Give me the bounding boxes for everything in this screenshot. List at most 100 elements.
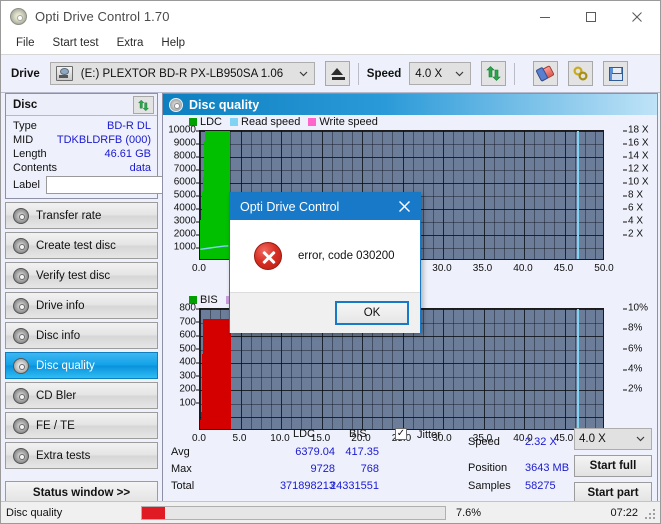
disc-icon — [13, 357, 29, 374]
disc-label-row: Label — [6, 175, 242, 198]
refresh-button[interactable] — [481, 61, 507, 86]
y2-axis-tick: 4 X — [622, 215, 644, 227]
save-icon — [608, 66, 623, 81]
window-title: Opti Drive Control 1.70 — [35, 9, 170, 24]
y2-axis-tick: 2% — [622, 383, 643, 395]
menu-item-extra[interactable]: Extra — [111, 35, 153, 52]
menu-bar: File Start test Extra Help — [1, 32, 660, 55]
start-full-button[interactable]: Start full — [574, 455, 652, 477]
x-axis-tick: 30.0 — [432, 263, 452, 274]
speed-stat-label: Speed — [468, 436, 500, 448]
test-speed-value: 4.0 X — [579, 433, 606, 445]
maximize-button[interactable] — [568, 1, 614, 32]
link-button[interactable] — [568, 61, 594, 86]
sidebar-item-verify-test-disc[interactable]: Verify test disc — [5, 262, 158, 289]
y2-axis-tick: 14 X — [623, 150, 649, 162]
eraser-icon — [536, 65, 556, 82]
disc-icon — [13, 267, 29, 284]
jitter-checkbox-box: ✓ — [395, 428, 407, 440]
disc-info-header: Disc — [6, 94, 157, 116]
x-axis-tick: 45.0 — [553, 263, 574, 274]
progress-bar-fill — [142, 506, 166, 519]
sidebar-item-extra-tests[interactable]: Extra tests — [5, 442, 158, 469]
speed-label: Speed — [366, 67, 402, 80]
stats-total-ldc: 371898213 — [279, 480, 335, 492]
grid-line-vertical — [514, 309, 515, 429]
legend-swatch — [308, 118, 317, 126]
chain-icon — [573, 66, 588, 81]
page-title: Disc quality — [189, 97, 260, 112]
sidebar-item-label: Verify test disc — [36, 269, 111, 282]
application-window: Opti Drive Control 1.70 File Start test … — [0, 0, 661, 524]
eject-button[interactable] — [324, 61, 350, 86]
sidebar-item-disc-info[interactable]: Disc info — [5, 322, 158, 349]
disc-row-value: TDKBLDRFB (000) — [56, 134, 151, 146]
stats-panel: LDC BIS Avg 6379.04 417.35 Max 9728 768 … — [163, 424, 657, 508]
y-axis-tick: 700 — [179, 316, 200, 328]
dialog-ok-button[interactable]: OK — [335, 301, 409, 325]
chevron-down-icon — [299, 71, 308, 76]
y2-axis-tick: 8% — [622, 322, 643, 334]
test-speed-select[interactable]: 4.0 X — [574, 428, 652, 450]
grid-line-horizontal — [200, 390, 603, 391]
title-bar: Opti Drive Control 1.70 — [1, 1, 660, 32]
ldc-legend: LDC Read speed Write speed — [163, 115, 657, 129]
drive-select[interactable]: (E:) PLEXTOR BD-R PX-LB950SA 1.06 — [49, 62, 315, 85]
x-axis-tick: 35.0 — [472, 263, 493, 274]
refresh-icon — [137, 99, 150, 111]
y-axis-tick: 2000 — [173, 228, 201, 240]
sidebar-item-label: Drive info — [36, 299, 85, 312]
menu-item-file[interactable]: File — [10, 35, 44, 52]
ldc-y-axis: 10000 9000 8000 7000 6000 5000 4000 3000 2000 100… — [163, 125, 201, 279]
toolbar: Drive (E:) PLEXTOR BD-R PX-LB950SA 1.06 … — [1, 55, 660, 93]
menu-item-help[interactable]: Help — [155, 35, 194, 52]
x-axis-tick: 40.0 — [513, 263, 533, 274]
sidebar-item-cd-bler[interactable]: CD Bler — [5, 382, 158, 409]
close-icon — [398, 201, 410, 212]
minimize-button[interactable] — [522, 1, 568, 32]
grid-line-vertical — [524, 309, 525, 429]
grid-line-vertical — [494, 309, 495, 429]
sidebar-item-create-test-disc[interactable]: Create test disc — [5, 232, 158, 259]
grid-line-horizontal — [200, 417, 603, 418]
stats-col-ldc: LDC — [293, 428, 316, 440]
stats-avg-bis: 417.35 — [345, 446, 379, 458]
jitter-checkbox[interactable]: ✓ — [395, 428, 407, 440]
stats-total-bis: 24331551 — [330, 480, 379, 492]
y2-axis-tick: 18 X — [623, 124, 649, 136]
y2-axis-tick: 8 X — [622, 189, 644, 201]
y2-axis-tick: 16 X — [623, 137, 649, 149]
disc-icon — [13, 327, 29, 344]
resize-grip[interactable] — [645, 509, 656, 520]
menu-item-start-test[interactable]: Start test — [47, 35, 108, 52]
erase-button[interactable] — [533, 61, 559, 86]
y-axis-tick: 9000 — [173, 137, 201, 149]
drive-select-value: (E:) PLEXTOR BD-R PX-LB950SA 1.06 — [80, 67, 284, 80]
disc-row-value: BD-R DL — [106, 120, 151, 132]
save-button[interactable] — [603, 61, 629, 86]
grid-line-horizontal — [200, 404, 603, 405]
dialog-title: Opti Drive Control — [240, 199, 340, 214]
sidebar-item-fe-te[interactable]: FE / TE — [5, 412, 158, 439]
legend-swatch — [230, 118, 239, 126]
elapsed-time: 07:22 — [610, 506, 638, 519]
stats-col-bis: BIS — [349, 428, 367, 440]
sidebar-item-drive-info[interactable]: Drive info — [5, 292, 158, 319]
speed-stat-value: 2.32 X — [525, 436, 557, 448]
legend-label: BIS — [200, 294, 218, 306]
sidebar-item-transfer-rate[interactable]: Transfer rate — [5, 202, 158, 229]
drive-icon — [55, 66, 73, 81]
disc-refresh-button[interactable] — [133, 96, 154, 114]
dialog-close-button[interactable] — [388, 193, 420, 220]
sidebar-item-label: Extra tests — [36, 449, 91, 462]
left-panel: Disc Type BD-R DL MID TDKBLDRFB (000) Le… — [5, 93, 242, 509]
sidebar-item-disc-quality[interactable]: Disc quality — [5, 352, 158, 379]
drive-label: Drive — [11, 67, 40, 80]
speed-select[interactable]: 4.0 X — [409, 62, 472, 85]
stats-row-max-label: Max — [171, 463, 192, 475]
y2-axis-tick: 2 X — [622, 228, 644, 240]
disc-row-key: Type — [13, 120, 37, 132]
disc-row-length: Length 46.61 GB — [6, 147, 157, 161]
close-button[interactable] — [614, 1, 660, 32]
chart-bar — [228, 318, 231, 429]
